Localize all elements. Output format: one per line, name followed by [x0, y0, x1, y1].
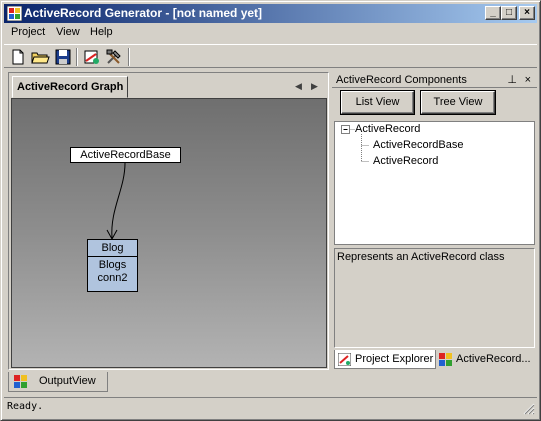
components-header: ActiveRecord Components ⊥ × [332, 72, 537, 88]
maximize-button[interactable]: □ [501, 6, 517, 20]
tab-activerecord-graph[interactable]: ActiveRecord Graph [12, 76, 129, 98]
title-bar[interactable]: ActiveRecord Generator - [not named yet]… [4, 4, 537, 23]
window-title: ActiveRecord Generator - [not named yet] [24, 6, 263, 20]
list-view-button[interactable]: List View [340, 90, 415, 115]
open-folder-icon[interactable] [30, 47, 50, 67]
tree-item-activerecord[interactable]: ActiveRecord [373, 155, 438, 167]
graph-panel: ActiveRecord Graph ◀ ▶ ActiveRecordBase … [8, 72, 329, 370]
graph-tabstrip: ActiveRecord Graph ◀ ▶ [9, 73, 328, 98]
blog-node[interactable]: Blog Blogs conn2 [87, 239, 138, 292]
minimize-button[interactable]: _ [485, 6, 501, 20]
status-bar: Ready. [4, 397, 537, 417]
project-explorer-icon [338, 353, 351, 366]
menu-project[interactable]: Project [11, 26, 45, 38]
panel-bottom-tabs: Project Explorer ActiveRecord... [334, 350, 535, 370]
blog-node-table: Blogs [98, 259, 127, 271]
scroll-left-icon[interactable]: ◀ [295, 81, 302, 92]
activerecord-components-icon [439, 353, 452, 366]
inheritance-edge [106, 162, 126, 241]
description-box: Represents an ActiveRecord class [334, 248, 535, 348]
activerecordbase-node[interactable]: ActiveRecordBase [70, 147, 181, 163]
tab-outputview[interactable]: OutputView [8, 372, 108, 392]
new-file-icon[interactable] [8, 47, 28, 67]
components-tree[interactable]: ActiveRecord ActiveRecordBase ActiveReco… [334, 121, 535, 245]
close-panel-icon[interactable]: × [525, 72, 531, 88]
tree-item-activerecordbase[interactable]: ActiveRecordBase [373, 139, 464, 151]
blog-node-connection: conn2 [97, 272, 128, 284]
components-panel: ActiveRecord Components ⊥ × List View Tr… [332, 72, 537, 370]
graph-canvas[interactable]: ActiveRecordBase Blog Blogs conn2 [11, 98, 327, 368]
tree-item-activerecord-root[interactable]: ActiveRecord [355, 123, 420, 135]
menu-view[interactable]: View [56, 26, 80, 38]
outputview-icon [14, 375, 27, 388]
app-icon [7, 6, 22, 21]
main-window: ActiveRecord Generator - [not named yet]… [0, 0, 541, 421]
pin-icon[interactable]: ⊥ [507, 72, 517, 88]
menu-help[interactable]: Help [90, 26, 113, 38]
generate-code-icon[interactable] [82, 47, 102, 67]
tree-view-button[interactable]: Tree View [420, 90, 496, 115]
save-icon[interactable] [53, 47, 73, 67]
toolbar-separator [76, 48, 78, 66]
status-text: Ready. [7, 401, 44, 412]
blog-node-title: Blog [88, 240, 137, 257]
resize-grip-icon[interactable] [523, 403, 535, 415]
build-tools-icon[interactable] [104, 47, 124, 67]
toolbar-separator [128, 48, 130, 66]
tab-activerecord-components[interactable]: ActiveRecord... [436, 350, 533, 369]
toolbar [4, 44, 537, 68]
menu-bar: Project View Help [4, 23, 537, 42]
close-button[interactable]: × [519, 6, 535, 20]
components-title: ActiveRecord Components [336, 74, 467, 86]
scroll-right-icon[interactable]: ▶ [311, 81, 318, 92]
tab-project-explorer[interactable]: Project Explorer [334, 350, 436, 369]
